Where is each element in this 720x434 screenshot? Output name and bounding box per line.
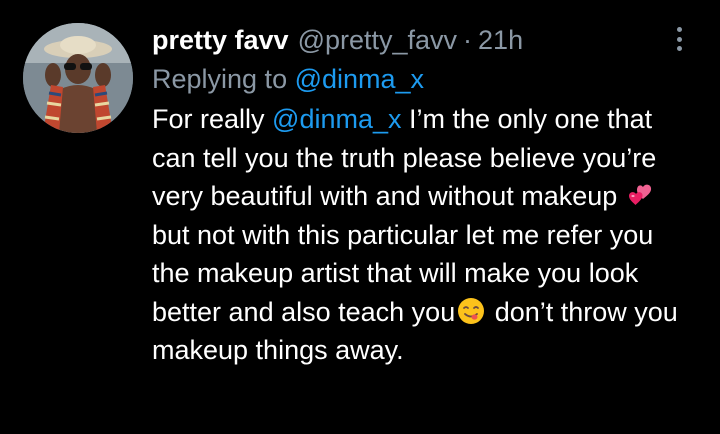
tweet-content: pretty favv @pretty_favv · 21h Replying … bbox=[152, 22, 692, 370]
timestamp[interactable]: 21h bbox=[478, 22, 523, 58]
replying-to-label: Replying to bbox=[152, 64, 295, 94]
two-hearts-emoji bbox=[627, 181, 655, 209]
user-handle[interactable]: @pretty_favv bbox=[298, 22, 457, 58]
replying-to-mention[interactable]: @dinma_x bbox=[295, 64, 424, 94]
yum-face-emoji bbox=[457, 297, 485, 325]
tweet: pretty favv @pretty_favv · 21h Replying … bbox=[0, 0, 720, 434]
avatar[interactable] bbox=[23, 23, 133, 133]
tweet-text-part-1: For really bbox=[152, 104, 273, 134]
tweet-text: For really @dinma_x I’m the only one tha… bbox=[152, 100, 697, 370]
separator-dot: · bbox=[463, 25, 473, 55]
tweet-mention[interactable]: @dinma_x bbox=[272, 104, 401, 134]
tweet-header: pretty favv @pretty_favv · 21h bbox=[152, 22, 692, 58]
replying-to: Replying to @dinma_x bbox=[152, 61, 692, 97]
display-name[interactable]: pretty favv bbox=[152, 22, 289, 58]
